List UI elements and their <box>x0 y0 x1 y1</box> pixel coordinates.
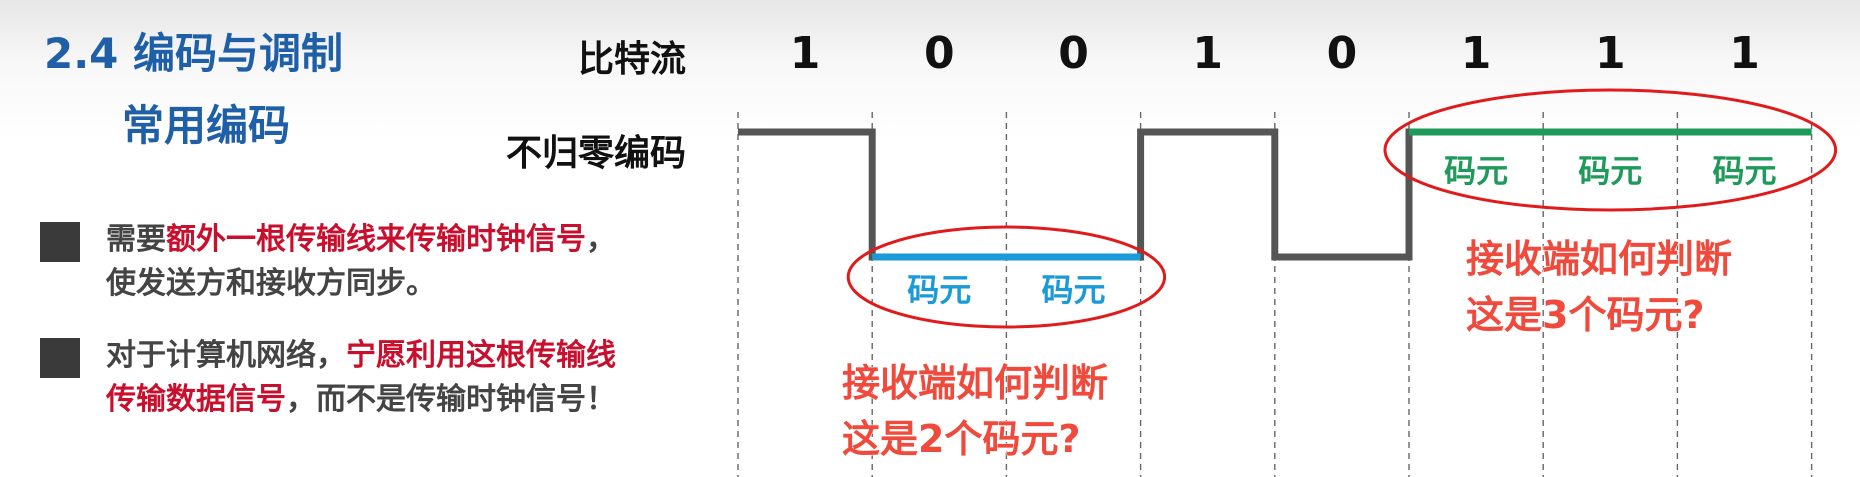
bit-value: 1 <box>790 28 821 79</box>
nrz-diagram: 1 0 0 1 0 1 1 1码元 码元码元 码元 码元接收端如何判断这是2个码元?接收端如何判断这… <box>737 28 1838 477</box>
symbol-label: 码元 <box>1444 152 1508 190</box>
bit-value: 1 <box>1729 28 1760 79</box>
symbol-label: 码元 <box>1578 152 1642 190</box>
bit-value: 0 <box>924 28 955 79</box>
question-three-symbols-line-1: 接收端如何判断 <box>1466 237 1732 281</box>
highlight-ellipse <box>1383 88 1838 212</box>
question-three-symbols-line-2: 这是3个码元? <box>1466 293 1704 337</box>
question-two-symbols-line-2: 这是2个码元? <box>842 417 1080 461</box>
symbol-label: 码元 <box>1712 152 1776 190</box>
bit-value: 0 <box>1058 28 1089 79</box>
question-two-symbols-line-1: 接收端如何判断 <box>842 361 1108 405</box>
bit-value: 1 <box>1461 28 1492 79</box>
symbol-label: 码元 <box>907 271 971 309</box>
bit-value: 1 <box>1192 28 1223 79</box>
symbol-label: 码元 <box>1041 271 1105 309</box>
bit-value: 0 <box>1327 28 1358 79</box>
bit-value: 1 <box>1595 28 1626 79</box>
